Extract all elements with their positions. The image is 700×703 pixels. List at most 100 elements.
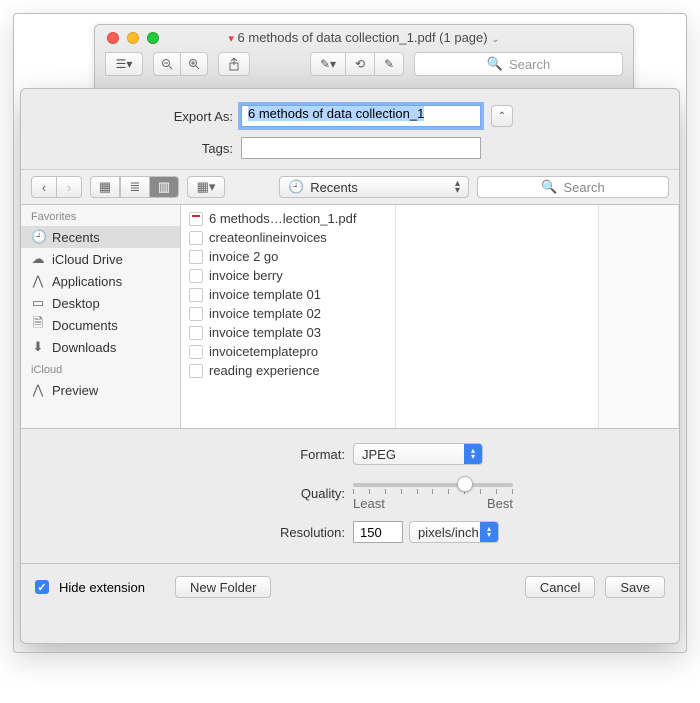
filename-input[interactable]: 6 methods of data collection_1 (241, 105, 481, 127)
search-field[interactable]: 🔍 Search (414, 52, 623, 76)
tags-label: Tags: (21, 141, 241, 156)
window-title[interactable]: ▾ 6 methods of data collection_1.pdf (1 … (95, 25, 633, 45)
zoom-window-button[interactable] (147, 32, 159, 44)
clock-icon: 🕘 (31, 229, 45, 245)
traffic-lights (107, 32, 159, 44)
file-name: invoice berry (209, 268, 283, 283)
column-view-button[interactable]: ▥ (149, 176, 179, 198)
resolution-unit-popup[interactable]: pixels/inch ▴▾ (409, 521, 499, 543)
hide-extension-checkbox[interactable]: ✓ (35, 580, 49, 594)
sidebar: Favorites 🕘 Recents ☁ iCloud Drive ⋀ Applicati… (21, 205, 181, 428)
file-icon (189, 326, 203, 340)
format-popup[interactable]: JPEG ▴▾ (353, 443, 483, 465)
sidebar-item-label: Applications (52, 274, 122, 289)
sidebar-toggle-button[interactable]: ☰▾ (105, 52, 143, 76)
file-icon (189, 364, 203, 378)
file-name: invoice template 02 (209, 306, 321, 321)
desktop-icon: ▭ (31, 295, 45, 311)
file-name: invoice template 01 (209, 287, 321, 302)
sidebar-item-icloud-drive[interactable]: ☁ iCloud Drive (21, 248, 180, 270)
markup-button[interactable]: ✎▾ (310, 52, 346, 76)
file-row[interactable]: createonlineinvoices (181, 228, 395, 247)
resolution-label: Resolution: (21, 525, 353, 540)
close-window-button[interactable] (107, 32, 119, 44)
export-as-label: Export As: (21, 109, 241, 124)
file-row[interactable]: invoice 2 go (181, 247, 395, 266)
rotate-button[interactable]: ⟲ (345, 52, 375, 76)
zoom-in-button[interactable] (180, 52, 208, 76)
sidebar-item-label: Recents (52, 230, 100, 245)
export-sheet: Export As: 6 methods of data collection_… (20, 88, 680, 644)
file-row[interactable]: invoice template 03 (181, 323, 395, 342)
share-button[interactable] (218, 52, 250, 76)
search-icon: 🔍 (541, 179, 557, 195)
cloud-icon: ☁ (31, 251, 45, 267)
minimize-window-button[interactable] (127, 32, 139, 44)
sidebar-item-downloads[interactable]: ⬇ Downloads (21, 336, 180, 358)
file-icon (189, 250, 203, 264)
forward-button[interactable]: › (56, 176, 82, 198)
sidebar-item-label: iCloud Drive (52, 252, 123, 267)
file-icon (189, 307, 203, 321)
file-row[interactable]: invoicetemplatepro (181, 342, 395, 361)
sidebar-item-applications[interactable]: ⋀ Applications (21, 270, 180, 292)
file-icon (189, 212, 203, 226)
search-icon: 🔍 (487, 56, 503, 72)
location-dropdown[interactable]: 🕘 Recents ▴▾ (279, 176, 469, 198)
collapse-button[interactable]: ⌃ (491, 105, 513, 127)
file-icon (189, 231, 203, 245)
new-folder-button[interactable]: New Folder (175, 576, 271, 598)
file-preview-column (396, 205, 599, 428)
sidebar-item-preview[interactable]: ⋀ Preview (21, 379, 180, 401)
file-column: 6 methods…lection_1.pdf createonlineinvoi… (181, 205, 396, 428)
app-icon: ⋀ (31, 382, 45, 398)
hide-extension-label: Hide extension (59, 580, 145, 595)
file-name: createonlineinvoices (209, 230, 327, 245)
format-label: Format: (21, 447, 353, 462)
sidebar-item-label: Desktop (52, 296, 100, 311)
group-by-button[interactable]: ▦▾ (187, 176, 225, 198)
file-name: invoicetemplatepro (209, 344, 318, 359)
list-view-button[interactable]: ≣ (120, 176, 150, 198)
file-detail-column (599, 205, 679, 428)
resolution-input[interactable] (353, 521, 403, 543)
doc-icon: 🗎 (31, 314, 45, 336)
sidebar-header: Favorites (21, 205, 180, 226)
file-row[interactable]: reading experience (181, 361, 395, 380)
file-row[interactable]: invoice template 01 (181, 285, 395, 304)
sidebar-header: iCloud (21, 358, 180, 379)
file-name: 6 methods…lection_1.pdf (209, 211, 356, 226)
app-icon: ⋀ (31, 273, 45, 289)
file-icon (189, 288, 203, 302)
updown-icon: ▴▾ (455, 180, 460, 194)
edit-button[interactable]: ✎ (374, 52, 404, 76)
chevron-down-icon: ⌄ (491, 34, 499, 45)
file-name: reading experience (209, 363, 320, 378)
quality-label: Quality: (21, 486, 353, 501)
file-name: invoice template 03 (209, 325, 321, 340)
zoom-out-button[interactable] (153, 52, 181, 76)
updown-icon: ▴▾ (464, 444, 482, 464)
sidebar-item-label: Documents (52, 318, 118, 333)
sidebar-item-recents[interactable]: 🕘 Recents (21, 226, 180, 248)
clock-icon: 🕘 (288, 179, 304, 195)
cancel-button[interactable]: Cancel (525, 576, 595, 598)
file-name: invoice 2 go (209, 249, 278, 264)
tags-input[interactable] (241, 137, 481, 159)
download-icon: ⬇ (31, 339, 45, 355)
updown-icon: ▴▾ (480, 522, 498, 542)
quality-slider[interactable]: Least Best (353, 475, 513, 511)
file-icon (189, 269, 203, 283)
file-row[interactable]: invoice berry (181, 266, 395, 285)
browser-search-field[interactable]: 🔍 Search (477, 176, 669, 198)
back-button[interactable]: ‹ (31, 176, 57, 198)
save-button[interactable]: Save (605, 576, 665, 598)
sidebar-item-documents[interactable]: 🗎 Documents (21, 314, 180, 336)
file-row[interactable]: 6 methods…lection_1.pdf (181, 209, 395, 228)
sidebar-item-label: Downloads (52, 340, 116, 355)
sidebar-item-desktop[interactable]: ▭ Desktop (21, 292, 180, 314)
file-icon (189, 345, 203, 359)
sidebar-item-label: Preview (52, 383, 98, 398)
file-row[interactable]: invoice template 02 (181, 304, 395, 323)
icon-view-button[interactable]: ▦ (90, 176, 120, 198)
